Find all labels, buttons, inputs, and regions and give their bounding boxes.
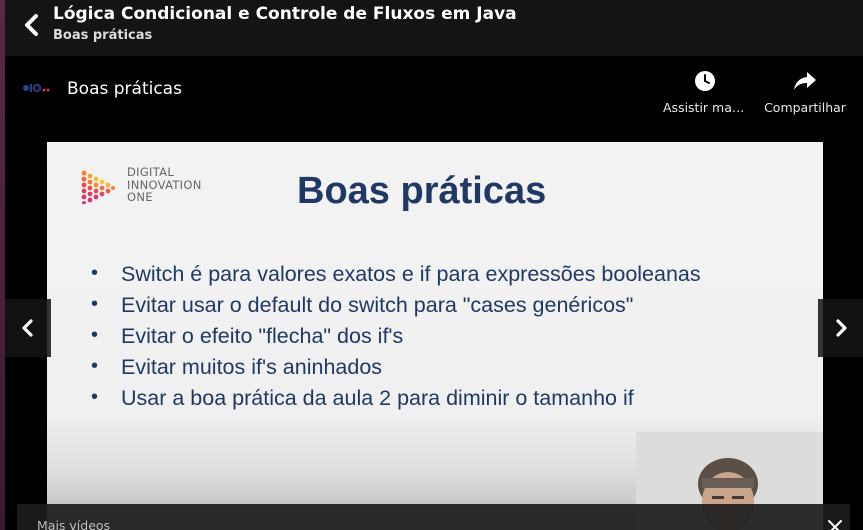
chevron-left-icon (25, 14, 38, 36)
slide-bullet: Switch é para valores exatos e if para e… (91, 262, 701, 293)
previous-lesson-button[interactable] (5, 299, 51, 357)
share-label: Compartilhar (764, 100, 846, 115)
more-videos-label: Mais vídeos (37, 518, 111, 530)
slide-bullet: Evitar muitos if's aninhados (91, 355, 701, 386)
course-title: Lógica Condicional e Controle de Fluxos … (53, 4, 517, 24)
watch-later-label: Assistir mais tarde (663, 100, 747, 115)
course-header: Lógica Condicional e Controle de Fluxos … (5, 0, 863, 56)
dio-logo-icon (81, 170, 115, 204)
watch-later-button[interactable]: Assistir mais tarde (663, 70, 747, 115)
close-icon[interactable] (826, 518, 844, 530)
slide-bullet: Usar a boa prática da aula 2 para dimini… (91, 386, 701, 417)
back-button[interactable] (19, 10, 45, 40)
slide-frame: DIGITAL INNOVATION ONE Boas práticas Swi… (47, 142, 823, 530)
slide-bullet-list: Switch é para valores exatos e if para e… (91, 262, 701, 417)
video-player[interactable]: Boas práticas Assistir mais tarde Compar… (5, 56, 863, 530)
slide-bullet: Evitar o efeito "flecha" dos if's (91, 324, 701, 355)
lesson-subtitle: Boas práticas (53, 28, 153, 43)
video-title[interactable]: Boas práticas (67, 79, 182, 99)
share-button[interactable]: Compartilhar (763, 70, 847, 115)
dio-brand-text: DIGITAL INNOVATION ONE (127, 166, 202, 204)
video-header: Boas práticas Assistir mais tarde Compar… (5, 56, 863, 134)
channel-logo-icon[interactable] (22, 81, 54, 95)
chevron-left-icon (22, 319, 33, 337)
slide-title: Boas práticas (297, 170, 547, 212)
clock-icon (695, 71, 715, 91)
more-videos-bar[interactable]: Mais vídeos (17, 504, 850, 530)
next-lesson-button[interactable] (818, 299, 863, 357)
brand-line: ONE (127, 190, 153, 204)
chevron-right-icon (836, 319, 847, 337)
brand-line: DIGITAL (127, 165, 175, 179)
slide-bullet: Evitar usar o default do switch para "ca… (91, 293, 701, 324)
share-icon (794, 72, 816, 90)
